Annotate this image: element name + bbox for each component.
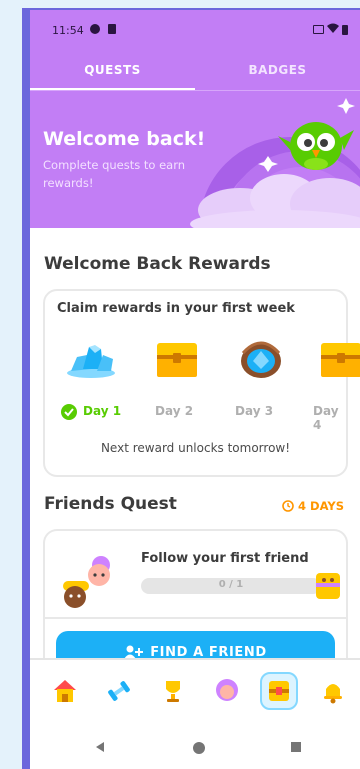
status-time: 11:54 [52, 24, 84, 37]
dumbbell-icon [108, 681, 130, 701]
nav-notifications[interactable] [314, 672, 352, 710]
profile-icon [216, 679, 238, 701]
day-2-label: Day 2 [155, 404, 194, 418]
welcome-rewards-title: Welcome Back Rewards [44, 254, 271, 274]
wifi-icon [327, 23, 339, 36]
nav-home[interactable] [46, 672, 84, 710]
chest-icon [321, 343, 360, 377]
battery-icon [342, 24, 348, 35]
quest-progress-text: 0 / 1 [218, 579, 244, 590]
device-frame: 11:54 QUESTS BADGES Welcome back! Comple… [22, 8, 360, 769]
tab-divider [30, 90, 360, 91]
home-circle-icon[interactable] [192, 741, 206, 755]
tab-badges[interactable]: BADGES [195, 56, 360, 90]
rewards-card-title: Claim rewards in your first week [57, 301, 295, 316]
time-left-badge: 4 DAYS [282, 499, 344, 513]
quest-task-text: Follow your first friend [141, 551, 309, 566]
quest-progress-bar: 0 / 1 [141, 578, 321, 594]
next-reward-note: Next reward unlocks tomorrow! [100, 441, 291, 455]
quests-header: 11:54 QUESTS BADGES Welcome back! Comple… [30, 10, 360, 228]
friends-quest-title: Friends Quest [44, 494, 177, 514]
sim-icon [108, 24, 116, 34]
clock-icon [282, 500, 294, 512]
check-circle-icon [61, 404, 77, 420]
reward-chest-icon [316, 573, 340, 599]
bell-icon [324, 684, 342, 704]
tab-quests[interactable]: QUESTS [30, 56, 195, 90]
nav-leaderboard[interactable] [154, 672, 192, 710]
status-bar: 11:54 [30, 10, 360, 50]
tab-active-indicator [30, 88, 195, 90]
chest-icon [157, 343, 197, 377]
bottom-nav [30, 658, 360, 724]
gems-icon [67, 345, 115, 378]
time-left-text: 4 DAYS [298, 499, 344, 513]
day-1-label: Day 1 [83, 404, 122, 418]
nav-quests[interactable] [260, 672, 298, 710]
cast-icon [313, 25, 324, 34]
home-icon [54, 680, 76, 702]
nav-profile[interactable] [208, 672, 246, 710]
trophy-icon [166, 681, 180, 702]
card-divider [45, 617, 346, 619]
day-3-label: Day 3 [235, 404, 274, 418]
owl-rainbow-illustration [190, 98, 360, 228]
app-screen: 11:54 QUESTS BADGES Welcome back! Comple… [30, 10, 360, 769]
quests-chest-icon [269, 681, 289, 701]
day-4-label: Day 4 [313, 404, 339, 432]
welcome-rewards-card: Claim rewards in your first week Day 1 D… [43, 289, 360, 477]
friends-avatars-icon [63, 556, 110, 608]
tab-bar: QUESTS BADGES [30, 56, 360, 92]
notification-icon [90, 24, 100, 34]
add-person-icon [124, 645, 144, 659]
nav-practice[interactable] [100, 672, 138, 710]
back-icon[interactable] [94, 741, 106, 753]
system-nav-bar [30, 724, 360, 769]
recents-icon[interactable] [290, 741, 302, 753]
gem-basket-icon [241, 341, 281, 378]
